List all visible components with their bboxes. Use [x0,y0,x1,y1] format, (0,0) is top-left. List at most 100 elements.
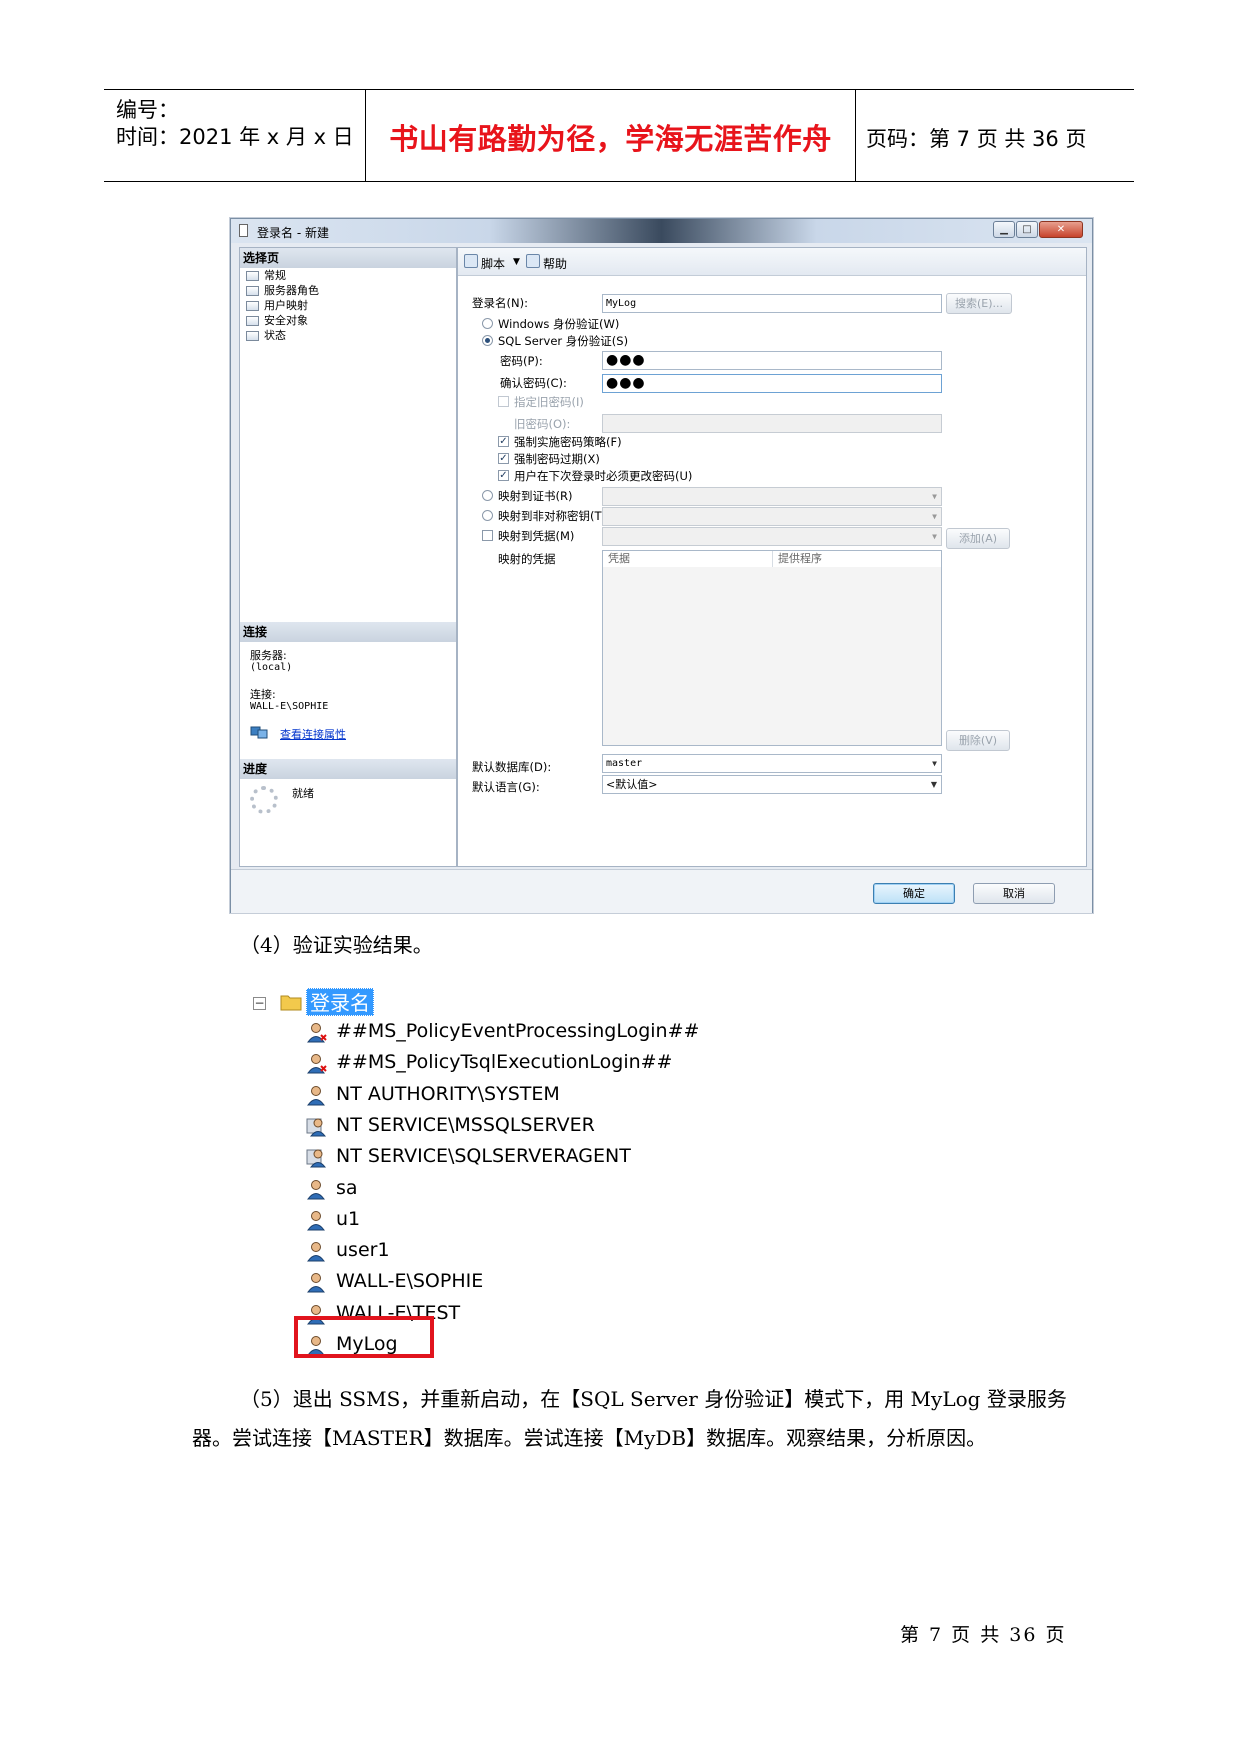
map-certificate-label: 映射到证书(R) [498,489,573,503]
sql-auth-radio[interactable] [482,335,493,346]
windows-auth-label: Windows 身份验证(W) [498,317,620,331]
chevron-down-icon: ▼ [932,512,937,521]
progress-header: 进度 [240,759,456,779]
step5-line2: 器。尝试连接【MASTER】数据库。尝试连接【MyDB】数据库。观察结果，分析原… [192,1426,987,1450]
grid-col-provider[interactable]: 提供程序 [773,551,941,567]
right-pane: 脚本 ▼ 帮助 登录名(N): MyLog 搜索(E)... Windows 身… [457,247,1087,867]
nav-item-server-roles[interactable]: 服务器角色 [244,284,319,298]
map-asymmetric-key-label: 映射到非对称密钥(T) [498,509,606,523]
search-button[interactable]: 搜索(E)... [946,293,1012,314]
windows-auth-radio[interactable] [482,318,493,329]
password-input[interactable]: ●●● [602,351,942,370]
certificate-select[interactable]: ▼ [602,487,942,506]
map-credential-checkbox[interactable] [482,530,493,541]
tree-item-label: NT SERVICE\SQLSERVERAGENT [336,1145,631,1168]
script-button[interactable]: 脚本 [481,255,505,272]
maximize-button[interactable]: □ [1016,221,1038,238]
login-new-dialog: 登录名 - 新建 ▁ □ ✕ 选择页 常规 服务器角色 用户映射 安全对象 状态… [230,218,1093,913]
tree-item-label: ##MS_PolicyEventProcessingLogin## [336,1020,700,1042]
tree-item-label: NT AUTHORITY\SYSTEM [336,1082,560,1105]
chevron-down-icon: ▼ [932,492,937,501]
script-dropdown-icon[interactable]: ▼ [513,257,520,267]
server-properties-icon [250,726,268,739]
must-change-checkbox[interactable]: ✓ [498,470,509,481]
collapse-icon[interactable]: − [253,997,266,1010]
user-login-icon [307,1085,325,1106]
page-icon [246,271,259,281]
header-right-cell: 页码：第 7 页 共 36 页 [856,90,1134,181]
footer-page-number: 第 7 页 共 36 页 [900,1624,1067,1646]
dialog-titlebar[interactable]: 登录名 - 新建 ▁ □ ✕ [231,219,1092,243]
old-password-input[interactable] [602,414,942,433]
header-page-info: 页码：第 7 页 共 36 页 [866,127,1087,151]
doc-time-label: 时间：2021 年 x 月 x 日 [116,125,354,149]
map-credential-label: 映射到凭据(M) [498,529,575,543]
tree-item-label: user1 [336,1239,390,1262]
specify-old-password-checkbox[interactable] [498,396,509,407]
dialog-title: 登录名 - 新建 [257,226,329,240]
grid-col-credential[interactable]: 凭据 [603,551,773,567]
mapped-credentials-grid[interactable]: 凭据 提供程序 [602,550,942,746]
service-login-icon [306,1149,327,1168]
enforce-expiry-label: 强制密码过期(X) [514,452,600,466]
default-language-label: 默认语言(G): [472,780,540,794]
connection-value: WALL-E\SOPHIE [250,701,329,712]
sql-auth-label: SQL Server 身份验证(S) [498,334,629,348]
asymmetric-key-select[interactable]: ▼ [602,507,942,526]
confirm-password-label: 确认密码(C): [500,376,567,390]
page-icon [246,286,259,296]
user-login-icon [307,1242,325,1262]
enforce-expiry-checkbox[interactable]: ✓ [498,453,509,464]
tree-item-label: u1 [336,1207,361,1230]
credential-select[interactable]: ▼ [602,527,942,546]
step5-line1: （5）退出 SSMS，并重新启动，在【SQL Server 身份验证】模式下，用… [240,1387,1067,1411]
tree-item-label: sa [336,1176,358,1199]
close-button[interactable]: ✕ [1039,221,1083,238]
login-name-input[interactable]: MyLog [602,294,942,313]
enforce-policy-checkbox[interactable]: ✓ [498,436,509,447]
confirm-password-input[interactable]: ●●● [602,374,942,393]
default-database-select[interactable]: master ▼ [602,754,942,773]
chevron-down-icon: ▼ [932,759,937,768]
user-login-icon [307,1210,325,1231]
view-connection-properties-link[interactable]: 查看连接属性 [280,726,346,742]
service-login-icon [306,1118,327,1137]
user-login-icon [307,1023,327,1043]
doc-number-label: 编号： [116,98,179,122]
remove-credential-button[interactable]: 删除(V) [946,730,1010,751]
map-asymmetric-key-radio[interactable] [482,510,493,521]
mapped-credentials-label: 映射的凭据 [498,552,556,566]
dialog-button-bar: 确定 取消 [231,869,1092,913]
dialog-toolbar: 脚本 ▼ 帮助 [458,248,1086,276]
connection-header: 连接 [240,622,456,642]
page-icon [246,301,259,311]
tree-root-logins[interactable]: 登录名 [306,988,374,1016]
script-icon [464,254,478,268]
old-password-label: 旧密码(O): [514,417,571,431]
chevron-down-icon: ▼ [930,780,937,789]
header-left-cell: 编号： 时间：2021 年 x 月 x 日 [104,90,366,181]
ok-button[interactable]: 确定 [873,883,955,904]
default-language-select[interactable]: <默认值> ▼ [602,775,942,794]
nav-item-user-mapping[interactable]: 用户映射 [244,299,308,313]
user-login-icon [307,1179,325,1199]
header-motto: 书山有路勤为径，学海无涯苦作舟 [389,122,832,156]
cancel-button[interactable]: 取消 [973,883,1055,904]
page-header: 编号： 时间：2021 年 x 月 x 日 书山有路勤为径，学海无涯苦作舟 页码… [104,89,1134,182]
tree-item-label: WALL-E\SOPHIE [336,1270,484,1293]
specify-old-password-label: 指定旧密码(I) [514,395,584,409]
minimize-button[interactable]: ▁ [993,221,1015,238]
nav-item-status[interactable]: 状态 [244,329,286,343]
nav-item-securables[interactable]: 安全对象 [244,314,308,328]
help-icon [526,254,540,268]
nav-item-general[interactable]: 常规 [244,269,286,283]
add-credential-button[interactable]: 添加(A) [946,528,1010,549]
user-login-icon [307,1273,325,1293]
password-label: 密码(P): [500,354,543,368]
left-pane: 选择页 常规 服务器角色 用户映射 安全对象 状态 连接 服务器: (local… [239,247,457,867]
map-certificate-radio[interactable] [482,490,493,501]
help-button[interactable]: 帮助 [543,255,567,272]
chevron-down-icon: ▼ [932,532,937,541]
folder-icon [280,995,302,1011]
must-change-label: 用户在下次登录时必须更改密码(U) [514,469,693,483]
